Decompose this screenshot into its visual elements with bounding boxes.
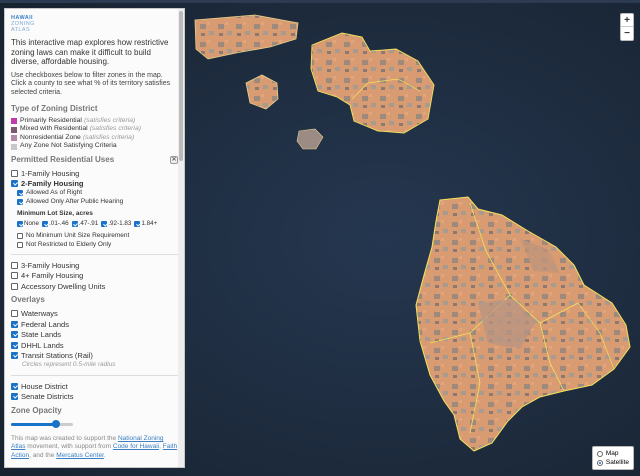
zoning-type-title: Type of Zoning District <box>11 103 98 113</box>
allowed-after-hearing-checkbox[interactable]: Allowed Only After Public Hearing <box>17 197 178 206</box>
legend-item-nonresidential: Nonresidential Zone (satisfies criteria) <box>11 134 178 143</box>
scrollbar-thumb[interactable] <box>179 11 183 161</box>
panel-scrollbar[interactable] <box>178 9 184 467</box>
transit-stations-checkbox[interactable]: Transit Stations (Rail) <box>11 350 178 361</box>
lot-size-01-46-checkbox[interactable]: .01-.46 <box>42 220 69 228</box>
zone-opacity-title: Zone Opacity <box>11 405 62 415</box>
dhhl-lands-checkbox[interactable]: DHHL Lands <box>11 340 178 351</box>
lot-size-184-checkbox[interactable]: 1.84+ <box>134 220 157 228</box>
basemap-satellite-radio[interactable]: Satellite <box>596 458 629 467</box>
close-icon[interactable]: ✕ <box>170 155 178 164</box>
mercatus-center-link[interactable]: Mercatus Center <box>56 452 104 459</box>
divider <box>11 374 178 376</box>
legend-item-mixed-residential: Mixed with Residential (satisfies criteri… <box>11 125 178 134</box>
basemap-map-radio[interactable]: Map <box>596 449 629 458</box>
senate-districts-checkbox[interactable]: Senate Districts <box>11 391 178 402</box>
overlays-title: Overlays <box>11 295 45 305</box>
zone-opacity-slider[interactable] <box>11 419 178 429</box>
three-family-checkbox[interactable]: 3-Family Housing <box>11 260 178 271</box>
legend-swatch <box>11 135 17 142</box>
lot-size-options: None .01-.46 .47-.91 .92-1.83 1.84+ <box>17 220 178 228</box>
transit-note: Circles represent 0.5-mile radius <box>22 360 116 368</box>
four-family-checkbox[interactable]: 4+ Family Housing <box>11 270 178 281</box>
lot-size-none-checkbox[interactable]: None <box>17 220 39 228</box>
legend-swatch <box>11 126 17 133</box>
footer-credits: This map was created to support the Nati… <box>11 434 178 459</box>
legend-item-not-satisfying: Any Zone Not Satisfying Criteria <box>11 142 178 151</box>
code-for-hawaii-link[interactable]: Code for Hawaii <box>113 443 159 450</box>
lot-size-47-91-checkbox[interactable]: .47-.91 <box>71 220 98 228</box>
legend-item-primarily-residential: Primarily Residential (satisfies criteria… <box>11 117 178 126</box>
hawaii-zoning-atlas-logo[interactable]: HAWAII ZONING ATLAS <box>11 15 178 33</box>
allowed-as-of-right-checkbox[interactable]: Allowed As of Right <box>17 189 178 198</box>
zoom-control: + − <box>620 13 634 41</box>
state-lands-checkbox[interactable]: State Lands <box>11 329 178 340</box>
divider <box>11 253 178 255</box>
house-district-checkbox[interactable]: House District <box>11 381 178 392</box>
basemap-switcher: Map Satellite <box>591 446 634 470</box>
lot-size-92-183-checkbox[interactable]: .92-1.83 <box>101 220 131 228</box>
legend-swatch <box>11 143 17 150</box>
zoom-in-button[interactable]: + <box>621 14 633 27</box>
slider-handle[interactable] <box>51 419 60 428</box>
one-family-checkbox[interactable]: 1-Family Housing <box>11 168 178 179</box>
not-restricted-elderly-checkbox[interactable]: Not Restricted to Elderly Only <box>17 240 178 249</box>
two-family-checkbox[interactable]: 2-Family Housing <box>11 178 178 189</box>
no-min-unit-size-checkbox[interactable]: No Minimum Unit Size Requirement <box>17 232 178 241</box>
intro-text: This interactive map explores how restri… <box>11 38 169 67</box>
permitted-uses-title: Permitted Residential Uses ✕ <box>11 154 178 164</box>
side-panel: HAWAII ZONING ATLAS This interactive map… <box>4 8 185 468</box>
zoom-out-button[interactable]: − <box>621 27 633 40</box>
adu-checkbox[interactable]: Accessory Dwelling Units <box>11 281 178 292</box>
waterways-checkbox[interactable]: Waterways <box>11 308 178 319</box>
min-lot-size-title: Minimum Lot Size, acres <box>17 209 93 217</box>
zoning-legend: Primarily Residential (satisfies criteria… <box>11 117 178 151</box>
help-text: Use checkboxes below to filter zones in … <box>11 71 171 96</box>
federal-lands-checkbox[interactable]: Federal Lands <box>11 319 178 330</box>
legend-swatch <box>11 118 17 125</box>
